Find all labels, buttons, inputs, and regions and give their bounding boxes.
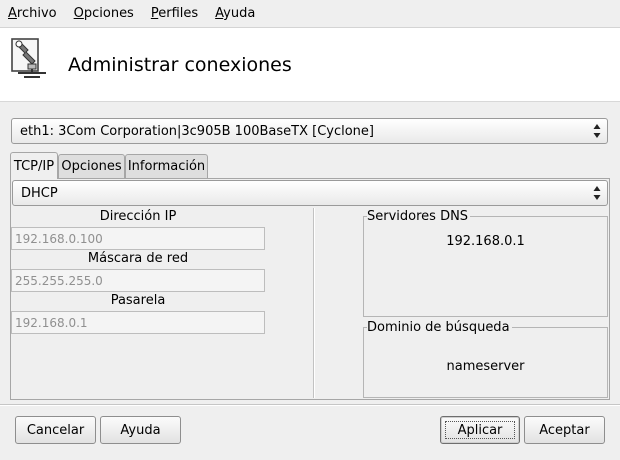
menu-ayuda[interactable]: Ayuda [215,6,255,21]
button-separator [0,404,620,406]
network-tool-icon [11,38,46,78]
tab-informacion[interactable]: Información [125,154,208,178]
menu-bar: Archivo Opciones Perfiles Ayuda [0,0,620,28]
focus-ring [445,421,515,439]
menu-archivo[interactable]: Archivo [8,6,57,21]
column-divider [313,208,315,398]
config-mode-value: DHCP [21,185,58,201]
netmask-label: Máscara de red [87,251,189,266]
interface-select-value: eth1: 3Com Corporation|3c905B 100BaseTX … [20,123,374,139]
cancel-button[interactable]: Cancelar [15,416,96,444]
apply-button[interactable]: Aplicar [440,416,520,444]
dns-servers-group [363,216,608,317]
dialog-header: Administrar conexiones [0,28,620,102]
help-button[interactable]: Ayuda [100,416,181,444]
gateway-label: Pasarela [110,293,166,308]
dns-server-item[interactable]: 192.168.0.1 [364,234,607,249]
netmask-field[interactable]: 255.255.255.0 [11,269,265,292]
updown-arrows-icon [593,124,601,138]
accept-button[interactable]: Aceptar [524,416,605,444]
dns-servers-title: Servidores DNS [367,209,471,224]
page-title: Administrar conexiones [68,54,292,76]
ip-address-field[interactable]: 192.168.0.100 [11,227,265,250]
updown-arrows-icon [593,186,601,200]
menu-opciones[interactable]: Opciones [74,6,134,21]
search-domain-title: Dominio de búsqueda [367,320,512,335]
gateway-field[interactable]: 192.168.0.1 [11,311,265,334]
ip-address-label: Dirección IP [99,209,177,224]
tab-opciones[interactable]: Opciones [58,154,125,178]
menu-perfiles[interactable]: Perfiles [151,6,198,21]
config-mode-select[interactable]: DHCP [12,180,608,206]
interface-select[interactable]: eth1: 3Com Corporation|3c905B 100BaseTX … [11,118,608,144]
tab-tcpip[interactable]: TCP/IP [10,152,58,179]
search-domain-item[interactable]: nameserver [364,359,607,374]
